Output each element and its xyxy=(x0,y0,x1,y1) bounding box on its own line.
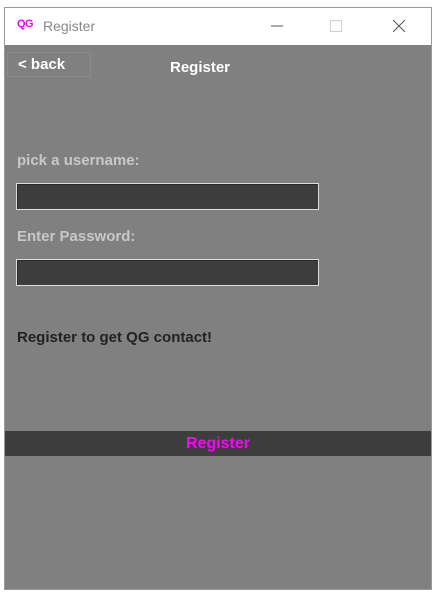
app-logo-icon: QG xyxy=(17,18,34,30)
minimize-button[interactable] xyxy=(254,8,300,45)
register-info-text: Register to get QG contact! xyxy=(17,329,213,346)
window-title: Register xyxy=(43,18,96,34)
title-bar[interactable]: QG Register xyxy=(5,8,431,45)
password-input[interactable] xyxy=(16,259,319,286)
register-page: < back Register pick a username: Enter P… xyxy=(5,45,431,589)
minimize-icon xyxy=(271,25,283,27)
close-button[interactable] xyxy=(376,8,422,45)
maximize-button[interactable] xyxy=(313,8,359,45)
username-label: pick a username: xyxy=(17,152,140,169)
username-input[interactable] xyxy=(16,183,319,210)
close-icon xyxy=(393,20,405,32)
password-label: Enter Password: xyxy=(17,228,136,245)
maximize-icon xyxy=(330,20,342,32)
register-button[interactable]: Register xyxy=(5,431,431,456)
app-window: QG Register < back Register pick a usern… xyxy=(4,7,432,590)
page-title: Register xyxy=(169,59,231,76)
